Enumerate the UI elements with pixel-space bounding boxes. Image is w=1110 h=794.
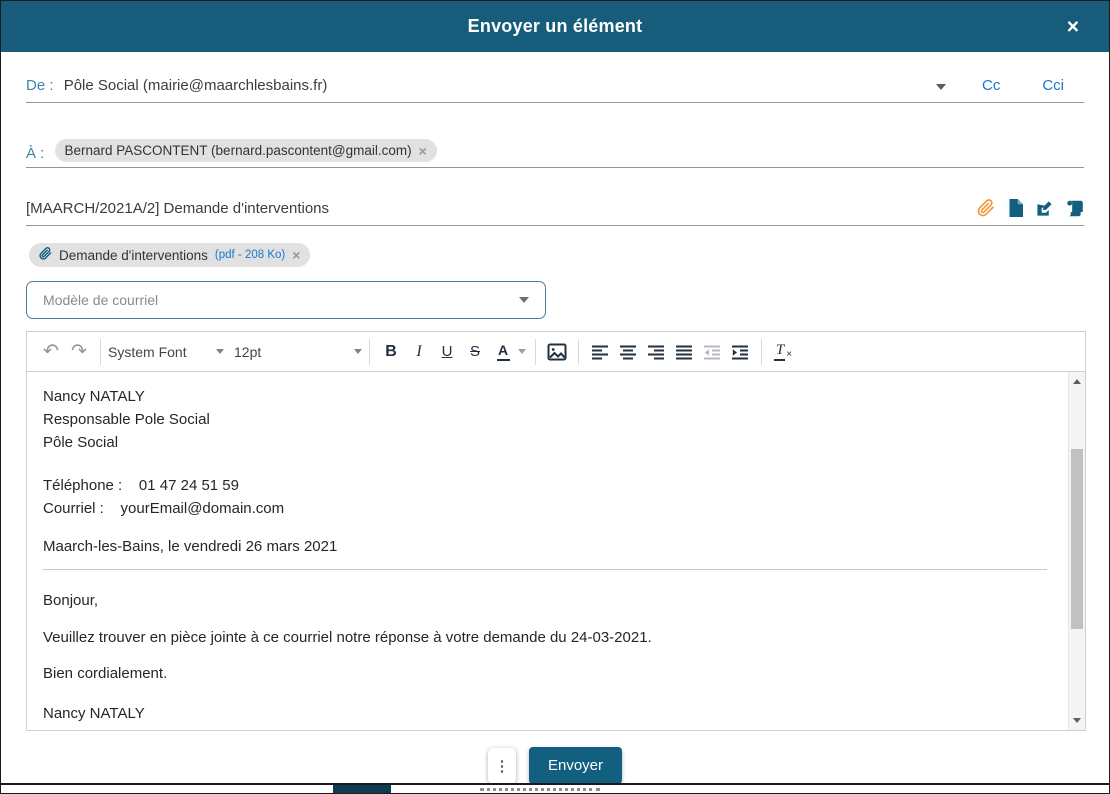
send-button[interactable]: Envoyer bbox=[529, 747, 622, 784]
modal-header: Envoyer un élément × bbox=[1, 1, 1109, 52]
more-options-button[interactable]: ⋮ bbox=[488, 748, 516, 784]
recipient-chip[interactable]: Bernard PASCONTENT (bernard.pascontent@g… bbox=[55, 139, 437, 162]
background-fragment bbox=[480, 788, 600, 791]
toolbar-separator bbox=[369, 339, 370, 365]
subject-icon-group bbox=[977, 199, 1084, 217]
from-select-value[interactable]: Pôle Social (mairie@maarchlesbains.fr) bbox=[64, 77, 328, 94]
modal-title: Envoyer un élément bbox=[468, 16, 643, 37]
email-template-select[interactable]: Modèle de courriel bbox=[26, 281, 546, 319]
toolbar-separator bbox=[535, 339, 536, 365]
font-size-select[interactable]: 12pt bbox=[234, 338, 362, 366]
align-left-icon[interactable] bbox=[586, 338, 614, 366]
subject-input[interactable]: [MAARCH/2021A/2] Demande d'interventions bbox=[26, 200, 329, 217]
toolbar-separator bbox=[578, 339, 579, 365]
from-caret-down-icon[interactable] bbox=[936, 84, 946, 90]
subject-row: [MAARCH/2021A/2] Demande d'interventions bbox=[26, 168, 1084, 226]
chevron-down-icon bbox=[354, 349, 362, 354]
attachment-name: Demande d'interventions bbox=[59, 248, 208, 263]
scroll-icon[interactable] bbox=[1066, 200, 1084, 217]
align-right-icon[interactable] bbox=[642, 338, 670, 366]
align-justify-icon[interactable] bbox=[670, 338, 698, 366]
editor-toolbar: ↶ ↷ System Font 12pt B I U S A bbox=[27, 332, 1085, 372]
font-family-select[interactable]: System Font bbox=[108, 338, 224, 366]
editor-line: Pôle Social bbox=[43, 431, 1049, 454]
bold-button[interactable]: B bbox=[377, 338, 405, 366]
strikethrough-button[interactable]: S bbox=[461, 338, 489, 366]
clear-formatting-button[interactable]: T × bbox=[769, 338, 797, 366]
email-template-placeholder: Modèle de courriel bbox=[43, 292, 158, 308]
editor-scrollbar[interactable] bbox=[1068, 372, 1085, 730]
vertical-dots-icon: ⋮ bbox=[494, 757, 509, 775]
text-color-letter: A bbox=[498, 343, 508, 357]
editor-line: Maarch-les-Bains, le vendredi 26 mars 20… bbox=[43, 535, 1049, 558]
modal-footer: ⋮ Envoyer bbox=[1, 747, 1109, 784]
editor-line: Téléphone : 01 47 24 51 59 bbox=[43, 474, 1049, 497]
toolbar-separator bbox=[100, 339, 101, 365]
redo-icon[interactable]: ↷ bbox=[65, 338, 93, 366]
indent-icon[interactable] bbox=[726, 338, 754, 366]
from-label: De : bbox=[26, 77, 58, 94]
editor-horizontal-rule bbox=[43, 569, 1047, 570]
editor-line: Bonjour, bbox=[43, 589, 1049, 612]
text-color-bar bbox=[497, 359, 510, 361]
editor-line: Veuillez trouver en pièce jointe à ce co… bbox=[43, 626, 1049, 649]
attachment-remove-icon[interactable]: × bbox=[292, 248, 300, 262]
toolbar-separator bbox=[761, 339, 762, 365]
chevron-down-icon[interactable] bbox=[518, 349, 526, 354]
scrollbar-thumb[interactable] bbox=[1071, 449, 1083, 629]
close-icon[interactable]: × bbox=[1067, 16, 1079, 37]
font-size-value: 12pt bbox=[234, 344, 261, 360]
paperclip-icon[interactable] bbox=[977, 199, 995, 217]
outdent-icon[interactable] bbox=[698, 338, 726, 366]
italic-button[interactable]: I bbox=[405, 338, 433, 366]
editor-line: Bien cordialement. bbox=[43, 662, 1049, 685]
file-icon[interactable] bbox=[1008, 199, 1023, 217]
undo-icon[interactable]: ↶ bbox=[37, 338, 65, 366]
editor-line: Nancy NATALY bbox=[43, 702, 1049, 725]
to-row: À : Bernard PASCONTENT (bernard.pasconte… bbox=[26, 103, 1084, 168]
to-label: À : bbox=[26, 145, 49, 162]
recipient-chip-text: Bernard PASCONTENT (bernard.pascontent@g… bbox=[65, 143, 412, 158]
cc-link[interactable]: Cc bbox=[982, 77, 1000, 94]
email-body-textarea[interactable]: Nancy NATALY Responsable Pole Social Pôl… bbox=[27, 372, 1067, 730]
background-fragment bbox=[333, 785, 391, 793]
rich-text-editor: ↶ ↷ System Font 12pt B I U S A bbox=[26, 331, 1086, 731]
chevron-down-icon bbox=[216, 349, 224, 354]
font-family-value: System Font bbox=[108, 344, 187, 360]
editor-line: Responsable Pole Social bbox=[43, 408, 1049, 431]
page-behind-modal bbox=[1, 785, 1109, 793]
select-arrow-icon bbox=[519, 297, 529, 303]
recipient-remove-icon[interactable]: × bbox=[419, 144, 427, 158]
scroll-up-icon[interactable] bbox=[1073, 379, 1081, 384]
from-row: De : Pôle Social (mairie@maarchlesbains.… bbox=[26, 52, 1084, 103]
attachment-chip[interactable]: Demande d'interventions (pdf - 208 Ko) × bbox=[29, 243, 310, 267]
underline-button[interactable]: U bbox=[433, 338, 461, 366]
editor-line: Nancy NATALY bbox=[43, 385, 1049, 408]
insert-image-icon[interactable] bbox=[543, 338, 571, 366]
align-center-icon[interactable] bbox=[614, 338, 642, 366]
editor-line: Courriel : yourEmail@domain.com bbox=[43, 497, 1049, 520]
attachment-row: Demande d'interventions (pdf - 208 Ko) × bbox=[29, 242, 1084, 268]
edit-icon[interactable] bbox=[1036, 200, 1053, 217]
clear-formatting-x: × bbox=[786, 349, 792, 360]
send-element-modal: Envoyer un élément × De : Pôle Social (m… bbox=[0, 0, 1110, 794]
text-color-button[interactable]: A bbox=[489, 338, 517, 366]
cci-link[interactable]: Cci bbox=[1042, 77, 1064, 94]
clear-formatting-t: T bbox=[774, 342, 785, 361]
editor-body: Nancy NATALY Responsable Pole Social Pôl… bbox=[27, 372, 1085, 730]
attachment-meta: (pdf - 208 Ko) bbox=[215, 249, 285, 261]
scroll-down-icon[interactable] bbox=[1073, 718, 1081, 723]
attachment-paperclip-icon bbox=[39, 247, 52, 263]
